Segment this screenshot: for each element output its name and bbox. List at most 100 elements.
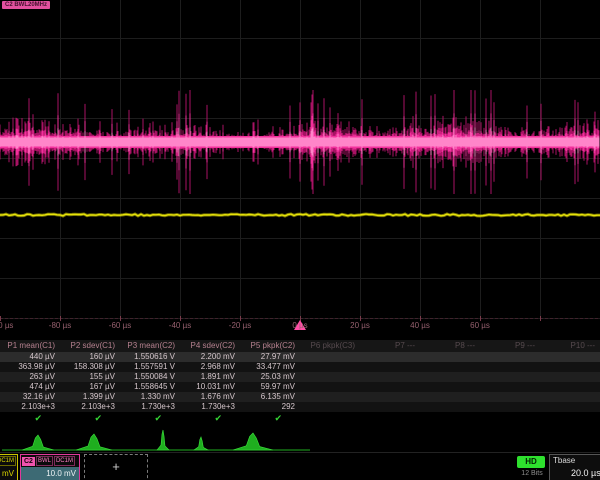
c2-coupling-tag: DC1M — [54, 456, 75, 466]
measurement-header[interactable]: P7 --- — [360, 340, 420, 352]
measurement-status-check — [540, 412, 600, 425]
measurement-status-check — [300, 412, 360, 425]
measurement-header[interactable]: P1 mean(C1) — [0, 340, 60, 352]
param-histicon[interactable] — [233, 433, 273, 450]
measurement-header[interactable]: P5 pkpk(C2) — [240, 340, 300, 352]
measurement-cell — [420, 382, 480, 392]
measurement-cell — [360, 362, 420, 372]
measurement-cell: 6.135 mV — [240, 392, 300, 402]
time-axis-label: 40 µs — [410, 321, 430, 330]
c1-coupling-tag: DC1M — [0, 456, 16, 466]
measurement-cell: 1.550616 V — [120, 352, 180, 362]
measurement-cell — [360, 352, 420, 362]
measurement-cell: 474 µV — [0, 382, 60, 392]
measurement-cell — [300, 392, 360, 402]
measurement-cell — [420, 362, 480, 372]
measurement-status-check — [360, 412, 420, 425]
measurement-cell: 1.730e+3 — [180, 402, 240, 412]
measurement-header[interactable]: P8 --- — [420, 340, 480, 352]
measurement-cell: 2.968 mV — [180, 362, 240, 372]
time-axis-label: -20 µs — [229, 321, 251, 330]
measurement-cell: 440 µV — [0, 352, 60, 362]
measurement-cell — [420, 352, 480, 362]
measurement-cell: 155 µV — [60, 372, 120, 382]
time-axis-label: 0 µs — [292, 321, 307, 330]
measurement-cell: 1.730e+3 — [120, 402, 180, 412]
hd-resolution-label: 12 Bits — [517, 470, 547, 477]
measurement-cell: 292 — [240, 402, 300, 412]
measurement-cell: 1.558645 V — [120, 382, 180, 392]
measurement-cell: 363.98 µV — [0, 362, 60, 372]
measurement-cell: 2.103e+3 — [60, 402, 120, 412]
waveform-grid — [0, 0, 600, 334]
measurement-status-check: ✔ — [0, 412, 60, 425]
c1-vertical-scale: 10.0 mV — [0, 467, 17, 480]
measurement-cell — [300, 362, 360, 372]
measurement-cell — [540, 392, 600, 402]
measurement-cell — [360, 402, 420, 412]
measurement-cell — [480, 392, 540, 402]
measurement-cell — [480, 372, 540, 382]
measurement-cell — [420, 372, 480, 382]
measurement-status-check — [420, 412, 480, 425]
measurement-table: P1 mean(C1)P2 sdev(C1)P3 mean(C2)P4 sdev… — [0, 340, 600, 425]
time-axis-label: 20 µs — [350, 321, 370, 330]
measurement-status-check: ✔ — [180, 412, 240, 425]
channel1-descriptor-box[interactable]: DC1M 10.0 mV — [0, 454, 18, 480]
measurement-cell — [480, 382, 540, 392]
measurement-cell: 25.03 mV — [240, 372, 300, 382]
parameter-histicons[interactable] — [0, 426, 600, 452]
param-histicon[interactable] — [157, 430, 169, 450]
measurement-cell — [480, 352, 540, 362]
measurement-cell: 2.200 mV — [180, 352, 240, 362]
hd-mode-badge[interactable]: HD — [517, 456, 545, 468]
measurement-status-check: ✔ — [120, 412, 180, 425]
time-axis-label: 60 µs — [470, 321, 490, 330]
channel2-descriptor-box[interactable]: C2 BWL DC1M 10.0 mV — [20, 454, 80, 480]
measurement-cell: 27.97 mV — [240, 352, 300, 362]
measurement-cell — [360, 372, 420, 382]
measurement-cell: 1.891 mV — [180, 372, 240, 382]
measurement-status-check — [480, 412, 540, 425]
measurement-cell: 1.676 mV — [180, 392, 240, 402]
measurement-header[interactable]: P9 --- — [480, 340, 540, 352]
param-histicon[interactable] — [194, 437, 208, 450]
time-axis-label: -60 µs — [109, 321, 131, 330]
measurement-cell — [300, 352, 360, 362]
timebase-descriptor-box[interactable]: Tbase 20.0 µs/div — [549, 454, 600, 480]
measurement-cell — [540, 382, 600, 392]
measurement-cell: 1.399 µV — [60, 392, 120, 402]
measurement-cell — [480, 362, 540, 372]
measurement-cell — [300, 382, 360, 392]
add-trace-button[interactable]: + — [84, 454, 148, 480]
measurement-cell: 33.477 mV — [240, 362, 300, 372]
measurement-cell — [300, 402, 360, 412]
measurement-cell — [300, 372, 360, 382]
measurement-status-check: ✔ — [60, 412, 120, 425]
measurement-cell: 160 µV — [60, 352, 120, 362]
measurement-header[interactable]: P2 sdev(C1) — [60, 340, 120, 352]
measurement-header[interactable]: P3 mean(C2) — [120, 340, 180, 352]
measurement-cell — [540, 362, 600, 372]
oscilloscope-screen: C2 BWL20MHz -100 µs-80 µs-60 µs-40 µs-20… — [0, 0, 600, 480]
param-histicon[interactable] — [22, 435, 54, 450]
measurement-cell — [540, 372, 600, 382]
param-histicon[interactable] — [76, 434, 112, 450]
measurement-cell: 10.031 mV — [180, 382, 240, 392]
measurement-cell: 1.330 mV — [120, 392, 180, 402]
measurement-header[interactable]: P4 sdev(C2) — [180, 340, 240, 352]
time-axis-label: -80 µs — [49, 321, 71, 330]
measurement-header[interactable]: P6 pkpk(C3) — [300, 340, 360, 352]
measurement-cell — [360, 382, 420, 392]
timebase-label: Tbase — [550, 455, 600, 467]
measurement-cell — [480, 402, 540, 412]
measurement-cell: 59.97 mV — [240, 382, 300, 392]
timebase-value: 20.0 µs/div — [550, 467, 600, 480]
measurement-header[interactable]: P10 --- — [540, 340, 600, 352]
c2-vertical-scale: 10.0 mV — [21, 467, 79, 480]
descriptor-bar: DC1M 10.0 mV C2 BWL DC1M 10.0 mV + HD 12… — [0, 452, 600, 480]
measurement-cell: 167 µV — [60, 382, 120, 392]
measurement-cell: 2.103e+3 — [0, 402, 60, 412]
measurement-cell: 158.308 µV — [60, 362, 120, 372]
measurement-cell: 1.557591 V — [120, 362, 180, 372]
